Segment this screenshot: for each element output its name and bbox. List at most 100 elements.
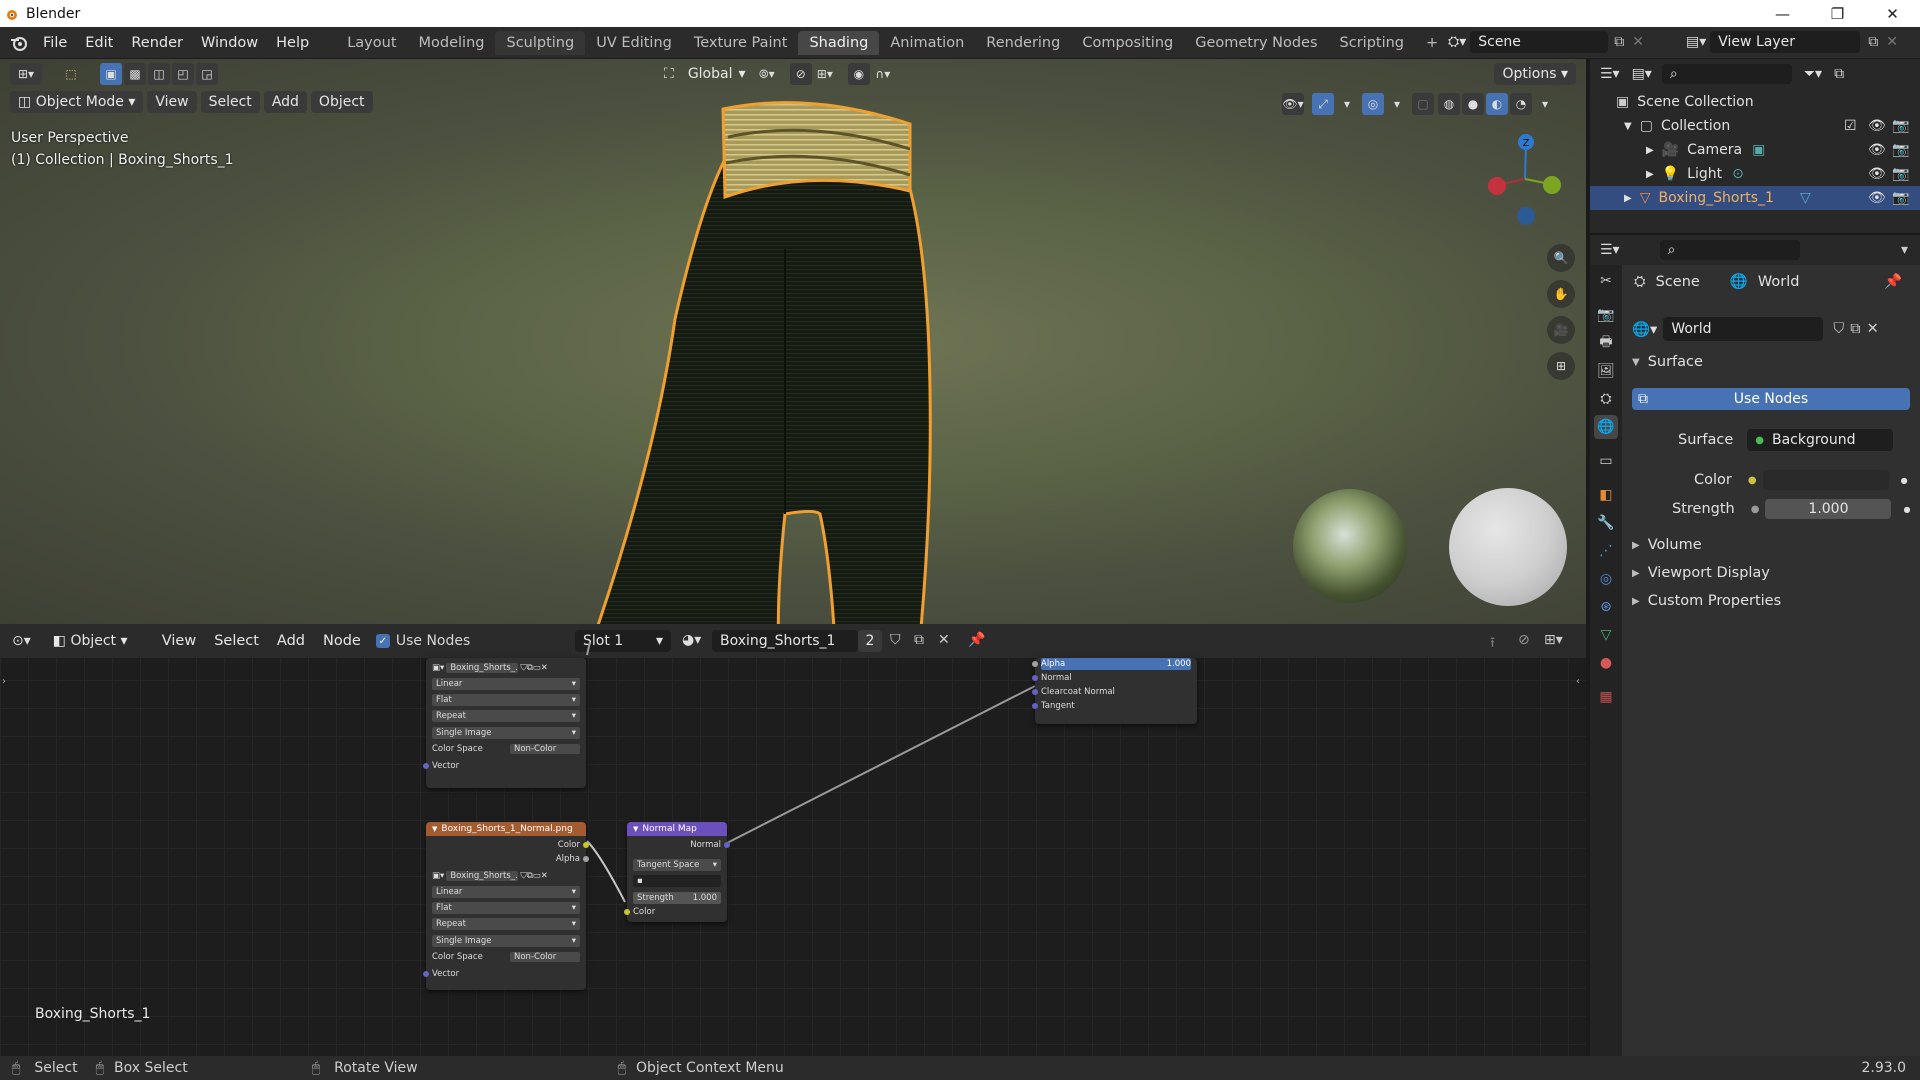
pan-hand-icon[interactable]: ✋ (1547, 280, 1575, 308)
render-tab-icon[interactable]: 📷 (1594, 303, 1618, 327)
volume-panel-header[interactable]: ▶ Volume (1632, 537, 1702, 553)
proportional-edit-icon[interactable]: ◉ (847, 63, 870, 85)
source-dropdown[interactable]: Single Image ▾ (432, 935, 580, 947)
image-buttons-icon[interactable]: ⛉⧉▭✕ (520, 871, 548, 881)
pivot-point-icon[interactable]: ⦾▾ (756, 63, 778, 85)
tab-rendering[interactable]: Rendering (975, 31, 1071, 55)
new-collection-icon[interactable]: ⧉ (1834, 66, 1844, 82)
space-dropdown[interactable]: Tangent Space ▾ (633, 859, 721, 871)
output-tab-icon[interactable]: 🖶 (1594, 331, 1618, 355)
boxing-shorts-model[interactable] (580, 89, 960, 624)
use-nodes-button[interactable]: ⧉ Use Nodes (1632, 388, 1910, 410)
particles-tab-icon[interactable]: ⋰ (1594, 539, 1618, 563)
select-intersect-mode-icon[interactable]: ◲ (196, 63, 218, 85)
editor-type-icon[interactable]: ⊞▾ (10, 63, 42, 85)
solid-shading-icon[interactable]: ● (1462, 93, 1484, 115)
viewport-menu-add[interactable]: Add (263, 91, 307, 113)
render-camera-icon[interactable]: 📷 (1892, 142, 1909, 158)
ortho-toggle-icon[interactable]: ⊞ (1547, 352, 1575, 380)
world-tab-icon[interactable]: 🌐 (1594, 415, 1618, 439)
world-color-swatch[interactable] (1762, 470, 1889, 490)
scene-icon[interactable]: ⛭▾ (1448, 34, 1466, 50)
visibility-eye-icon[interactable]: 👁 (1868, 118, 1886, 134)
color-space-dropdown[interactable]: Non-Color (510, 744, 580, 754)
scene-selector[interactable]: Scene (1470, 31, 1609, 53)
menu-file[interactable]: File (34, 35, 76, 51)
3d-viewport[interactable]: ⊞▾ ⬚ ▣ ▩ ◫ ◰ ◲ ⛶ Global ▾ ⦾▾ ⊘ ⊞▾ ◉ ∩▾ Op… (0, 59, 1586, 624)
custom-properties-panel-header[interactable]: ▶ Custom Properties (1632, 593, 1781, 609)
view-layer-selector[interactable]: View Layer (1710, 31, 1861, 53)
expand-arrow-icon[interactable]: ▶ (1646, 145, 1654, 156)
interpolation-dropdown[interactable]: Linear ▾ (432, 678, 580, 690)
render-camera-icon[interactable]: 📷 (1892, 190, 1909, 206)
select-tool-icon[interactable]: ⬚ (60, 63, 82, 85)
normal-input-socket[interactable] (1032, 675, 1038, 681)
principled-bsdf-node[interactable]: Alpha 1.000 Normal Clearcoat Normal Tange… (1032, 658, 1197, 724)
expand-arrow-icon[interactable]: ▶ (1624, 193, 1632, 204)
projection-dropdown[interactable]: Flat ▾ (432, 694, 580, 706)
exclude-checkbox-icon[interactable]: ☑ (1844, 118, 1857, 134)
outliner-collection[interactable]: ▼ ▢ Collection ☑ 👁 📷 (1590, 114, 1920, 138)
outliner-search-input[interactable]: ⌕ (1661, 64, 1792, 84)
collapse-arrow-icon[interactable]: ▼ (633, 825, 638, 833)
select-extend-mode-icon[interactable]: ▩ (124, 63, 146, 85)
outliner-item-boxing-shorts[interactable]: ▶ ▽ Boxing_Shorts_1 ▽ 👁 📷 (1590, 186, 1920, 210)
extension-dropdown[interactable]: Repeat ▾ (432, 710, 580, 722)
new-view-layer-icon[interactable]: ⧉ (1868, 34, 1878, 50)
alpha-output-socket[interactable] (583, 856, 589, 862)
menu-window[interactable]: Window (192, 35, 267, 51)
tab-texture-paint[interactable]: Texture Paint (683, 31, 799, 55)
tab-scripting[interactable]: Scripting (1329, 31, 1415, 55)
image-texture-node-2[interactable]: ▼ Boxing_Shorts_1_Normal.png Color Alpha … (423, 822, 589, 990)
texture-tab-icon[interactable]: ▦ (1594, 685, 1618, 709)
sidebar-toggle-left-icon[interactable]: › (2, 676, 6, 687)
tab-sculpting[interactable]: Sculpting (495, 30, 586, 55)
fake-user-icon[interactable]: ⛉ (1833, 321, 1844, 337)
source-dropdown[interactable]: Single Image ▾ (432, 727, 580, 739)
expand-arrow-icon[interactable]: ▼ (1624, 121, 1632, 132)
world-browse-icon[interactable]: 🌐▾ (1632, 321, 1657, 338)
menu-help[interactable]: Help (267, 35, 318, 51)
vector-socket[interactable] (423, 971, 429, 977)
image-texture-node-1[interactable]: ▣▾ Boxing_Shorts_... ⛉⧉▭✕ Linear ▾ Flat ▾ … (423, 658, 586, 788)
delete-view-layer-icon[interactable]: ✕ (1886, 34, 1898, 50)
uv-map-field[interactable]: ▪ (633, 875, 721, 887)
tab-layout[interactable]: Layout (336, 31, 407, 55)
add-workspace-button[interactable]: + (1415, 31, 1449, 55)
viewport-display-panel-header[interactable]: ▶ Viewport Display (1632, 565, 1770, 581)
object-data-tab-icon[interactable]: ▽ (1594, 623, 1618, 647)
select-box-mode-icon[interactable]: ▣ (100, 63, 122, 85)
sidebar-toggle-right-icon[interactable]: ‹ (1576, 676, 1580, 687)
camera-view-icon[interactable]: 🎥 (1547, 316, 1575, 344)
keyframe-dot-icon[interactable]: ● (1903, 505, 1910, 514)
view-layer-icon[interactable]: ▤▾ (1686, 34, 1706, 50)
select-invert-mode-icon[interactable]: ◰ (172, 63, 194, 85)
alpha-input-socket[interactable] (1032, 661, 1038, 667)
properties-options-icon[interactable]: ▾ (1901, 242, 1908, 258)
menu-render[interactable]: Render (122, 35, 192, 51)
gizmo-dropdown-icon[interactable]: ▾ (1336, 93, 1358, 115)
display-mode-icon[interactable]: ▤▾ (1632, 66, 1652, 82)
extension-dropdown[interactable]: Repeat ▾ (432, 918, 580, 930)
collection-tab-icon[interactable]: ▭ (1594, 449, 1618, 473)
properties-editor-type-icon[interactable]: ☰▾ (1600, 242, 1620, 258)
transform-orientation-dropdown[interactable]: Global ▾ (680, 63, 750, 85)
gizmo-toggle-icon[interactable]: ⤢ (1312, 93, 1334, 115)
color-output-socket[interactable] (583, 842, 589, 848)
pin-icon[interactable]: 📌 (1884, 273, 1902, 290)
image-node-header[interactable]: ▼ Boxing_Shorts_1_Normal.png (426, 822, 586, 836)
render-camera-icon[interactable]: 📷 (1892, 166, 1909, 182)
normal-map-node[interactable]: ▼ Normal Map Normal Tangent Space ▾ ▪ Stre… (624, 822, 730, 922)
alpha-slider[interactable]: Alpha 1.000 (1041, 658, 1191, 670)
material-preview-shading-icon[interactable]: ◐ (1486, 93, 1508, 115)
properties-editor[interactable]: ☰▾ ⌕ ▾ ✂ 📷 🖶 🖼 ⛭ 🌐 ▭ ◧ 🔧 ⋰ ◎ ⊛ ▽ ● ▦ ⛭ S… (1590, 235, 1920, 1056)
tab-uv-editing[interactable]: UV Editing (585, 31, 683, 55)
select-subtract-mode-icon[interactable]: ◫ (148, 63, 170, 85)
outliner-item-camera[interactable]: ▶ 🎥 Camera ▣ 👁 📷 (1590, 138, 1920, 162)
menu-edit[interactable]: Edit (76, 35, 122, 51)
new-scene-icon[interactable]: ⧉ (1614, 34, 1624, 50)
shading-dropdown-icon[interactable]: ▾ (1534, 93, 1556, 115)
normal-map-header[interactable]: ▼ Normal Map (627, 822, 727, 836)
snap-icon[interactable]: ⊘ (789, 63, 812, 85)
filter-icon[interactable]: ⏷▾ (1804, 66, 1822, 82)
